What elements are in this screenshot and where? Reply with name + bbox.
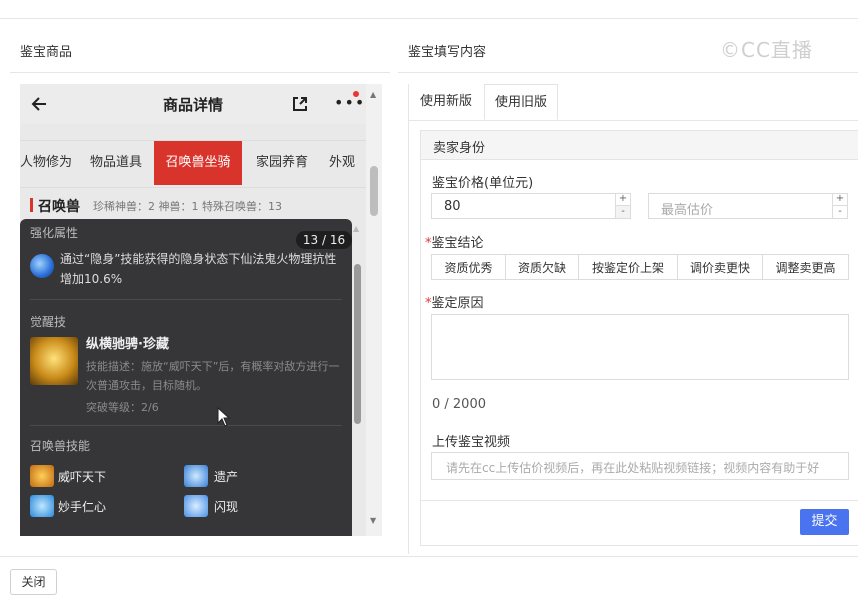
top-bar — [0, 0, 858, 19]
phone-category-tabs: 人物修为 物品道具 召唤兽坐骑 家园养育 外观 — [20, 140, 366, 188]
max-estimate-spinner[interactable]: + - — [832, 193, 847, 219]
awaken-skill-portrait-icon — [30, 337, 78, 385]
conclusion-option-sell-higher[interactable]: 调整卖更高 — [762, 254, 849, 280]
pet-stats: 珍稀神兽：2 神兽：1 特殊召唤兽：13 — [93, 200, 282, 213]
popup-scrollbar-thumb[interactable] — [354, 264, 361, 424]
reason-char-counter: 0 / 2000 — [432, 397, 486, 412]
price-value: 80 — [444, 199, 461, 214]
conclusion-option-lacking[interactable]: 资质欠缺 — [505, 254, 579, 280]
tab-pets-mounts[interactable]: 召唤兽坐骑 — [154, 141, 242, 185]
preview-scrollbar[interactable] — [366, 84, 382, 536]
scroll-up-icon[interactable]: ▲ — [370, 90, 376, 99]
enhance-attr-text: 通过“隐身”技能获得的隐身状态下仙法鬼火物理抗性增加10.6% — [60, 252, 337, 286]
skill-healing-icon — [30, 495, 54, 517]
conclusion-option-sell-faster[interactable]: 调价卖更快 — [677, 254, 763, 280]
pet-summary-row: 召唤兽 珍稀神兽：2 神兽：1 特殊召唤兽：13 — [20, 194, 366, 220]
pet-skills-heading: 召唤兽技能 — [30, 439, 91, 453]
skill-label: 威吓天下 — [58, 470, 107, 484]
enhance-attr-heading: 强化属性 — [30, 226, 79, 240]
skill-intimidate-icon — [30, 465, 54, 487]
tab-items[interactable]: 物品道具 — [82, 141, 150, 185]
footer-divider — [0, 556, 858, 557]
max-estimate-placeholder: 最高估价 — [661, 203, 714, 218]
skill-label: 妙手仁心 — [58, 500, 107, 514]
seller-identity-header: 卖家身份 — [421, 131, 858, 160]
left-panel-title: 鉴宝商品 — [20, 45, 73, 60]
tab-character[interactable]: 人物修为 — [20, 141, 76, 185]
more-icon[interactable]: ••• — [334, 95, 365, 111]
decrement-icon[interactable]: - — [616, 206, 630, 218]
right-panel-title: 鉴宝填写内容 — [408, 45, 487, 60]
increment-icon[interactable]: + — [616, 193, 630, 206]
tab-home[interactable]: 家园养育 — [248, 141, 316, 185]
decrement-icon[interactable]: - — [833, 206, 847, 218]
phone-header-title: 商品详情 — [162, 96, 223, 114]
tab-appearance[interactable]: 外观 — [322, 141, 362, 185]
pet-title-marker — [30, 198, 33, 212]
skill-label: 闪现 — [214, 500, 239, 514]
phone-preview: 商品详情 ••• 人物修为 物品道具 召唤兽坐骑 家园养育 外观 召唤兽 珍稀神… — [20, 84, 366, 536]
increment-icon[interactable]: + — [833, 193, 847, 206]
left-title-divider — [10, 72, 390, 73]
reason-label: *鉴定原因 — [425, 292, 484, 311]
awaken-level: 突破等级：2/6 — [86, 401, 159, 414]
conclusion-option-list-at-price[interactable]: 按鉴定价上架 — [578, 254, 678, 280]
right-title-divider — [398, 72, 858, 73]
notification-dot — [353, 91, 359, 97]
tab-old-version[interactable]: 使用旧版 — [484, 84, 558, 120]
divider — [30, 425, 342, 426]
tab-new-version[interactable]: 使用新版 — [408, 84, 484, 120]
mouse-cursor-icon — [217, 407, 231, 427]
panel-divider — [408, 84, 409, 554]
seller-identity-label: 卖家身份 — [433, 141, 486, 156]
video-label: 上传鉴宝视频 — [432, 435, 511, 450]
preview-scrollbar-thumb[interactable] — [370, 166, 378, 216]
scroll-down-icon[interactable]: ▼ — [370, 516, 376, 525]
skill-legacy-icon — [184, 465, 208, 487]
max-estimate-input[interactable]: 最高估价 + - — [648, 193, 848, 219]
video-link-placeholder: 请先在cc上传估价视频后，再在此处粘贴视频链接；视频内容有助于好 — [446, 461, 820, 475]
phone-header: 商品详情 ••• — [20, 84, 366, 124]
awaken-heading: 觉醒技 — [30, 315, 67, 329]
price-spinner[interactable]: + - — [615, 193, 630, 219]
popup-scroll-up-icon[interactable]: ▲ — [353, 224, 359, 233]
awaken-skill-desc: 技能描述：施放“威吓天下”后，有概率对敌方进行一次普通攻击，目标随机。 — [86, 360, 340, 392]
form-footer-divider — [420, 500, 858, 501]
price-input[interactable]: 80 + - — [431, 193, 631, 219]
share-icon[interactable] — [290, 94, 310, 114]
submit-button[interactable]: 提交 — [800, 509, 849, 535]
reason-label-text: 鉴定原因 — [431, 296, 484, 311]
gem-icon — [30, 254, 54, 278]
reason-textarea[interactable] — [431, 314, 849, 380]
awaken-skill-name: 纵横驰骋·珍藏 — [86, 337, 169, 352]
pet-section-title: 召唤兽 — [38, 199, 80, 215]
page-counter-badge: 13 / 16 — [296, 231, 352, 249]
skill-flash-icon — [184, 495, 208, 517]
divider — [30, 299, 342, 300]
pet-detail-popup: 13 / 16 强化属性 通过“隐身”技能获得的隐身状态下仙法鬼火物理抗性增加1… — [20, 219, 352, 536]
conclusion-label-text: 鉴宝结论 — [431, 236, 484, 251]
price-label: 鉴宝价格(单位元) — [432, 176, 534, 191]
conclusion-label: *鉴宝结论 — [425, 232, 484, 251]
tab-bar-underline — [408, 120, 858, 121]
skill-label: 遗产 — [214, 470, 239, 484]
conclusion-option-excellent[interactable]: 资质优秀 — [431, 254, 506, 280]
watermark-logo: ©CC直播 — [720, 38, 813, 62]
close-button[interactable]: 关闭 — [10, 569, 57, 595]
video-link-input[interactable]: 请先在cc上传估价视频后，再在此处粘贴视频链接；视频内容有助于好 — [431, 452, 849, 480]
